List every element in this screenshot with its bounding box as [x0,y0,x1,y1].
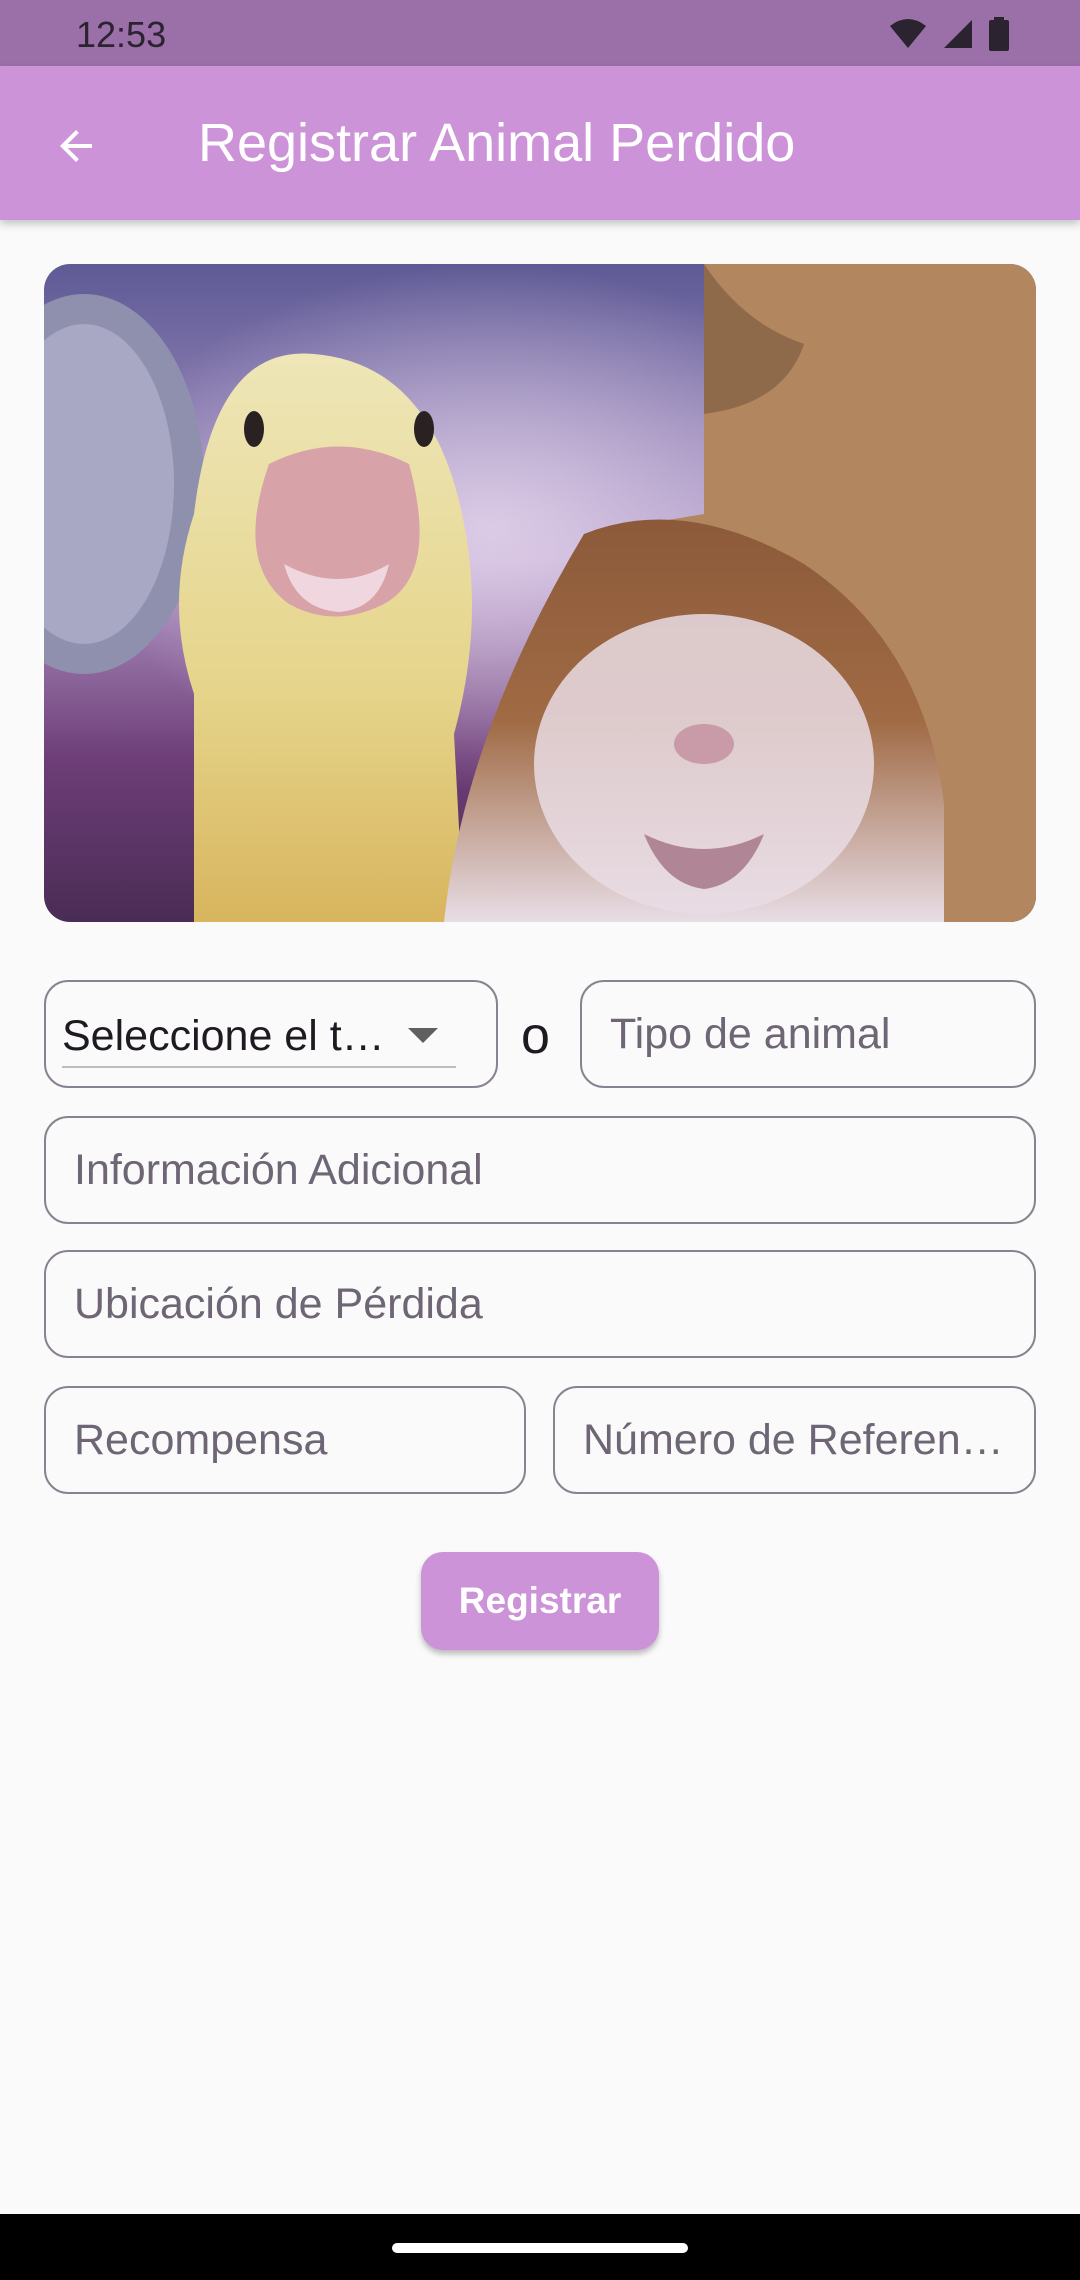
reward-field[interactable] [44,1386,526,1494]
animal-type-field[interactable] [580,980,1036,1088]
loss-location-field[interactable] [44,1250,1036,1358]
pet-photo[interactable] [44,264,1036,922]
cellular-signal-icon [944,20,972,48]
home-indicator[interactable] [392,2243,688,2253]
additional-info-field[interactable] [44,1116,1036,1224]
reference-number-input[interactable] [555,1388,1034,1492]
or-label: o [521,1007,550,1065]
reference-number-field[interactable] [553,1386,1036,1494]
navigation-bar [0,2214,1080,2280]
arrow-back-icon [60,130,92,162]
status-icons [888,14,1010,54]
page-title: Registrar Animal Perdido [198,113,796,173]
reward-input[interactable] [46,1388,524,1492]
status-time: 12:53 [76,14,167,55]
animal-type-input[interactable] [582,982,1034,1086]
dropdown-arrow-icon [408,1028,438,1043]
back-button[interactable] [40,110,112,182]
animal-type-dropdown[interactable]: Seleccione el tipo de animal [44,980,498,1088]
animal-type-dropdown-value: Seleccione el tipo de animal [62,1012,392,1060]
battery-icon [989,17,1009,51]
status-bar: 12:53 [0,0,1080,66]
additional-info-input[interactable] [46,1118,1034,1222]
wifi-icon [890,19,926,48]
pet-photo-image [44,264,1036,922]
animal-type-dropdown-inner: Seleccione el tipo de animal [62,1002,456,1068]
loss-location-input[interactable] [46,1252,1034,1356]
app-bar: Registrar Animal Perdido [0,66,1080,220]
register-button[interactable]: Registrar [421,1552,659,1650]
